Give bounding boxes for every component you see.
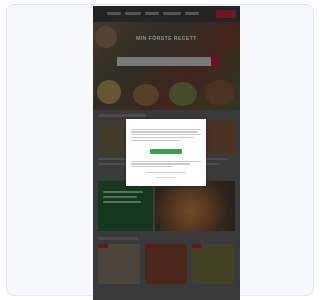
dialog-text-line [131,134,201,136]
accept-button[interactable] [150,149,182,154]
cookie-consent-dialog [126,119,206,186]
dialog-text-line [131,131,199,133]
dialog-text-line [131,128,201,130]
settings-link[interactable] [146,172,186,174]
decline-link[interactable] [156,177,176,179]
dialog-text-line [131,163,190,165]
dialog-text-line [131,136,194,139]
dialog-text-line [131,166,173,168]
dialog-title [131,123,201,127]
dialog-text-line [131,160,201,162]
dialog-text-line [131,139,180,141]
